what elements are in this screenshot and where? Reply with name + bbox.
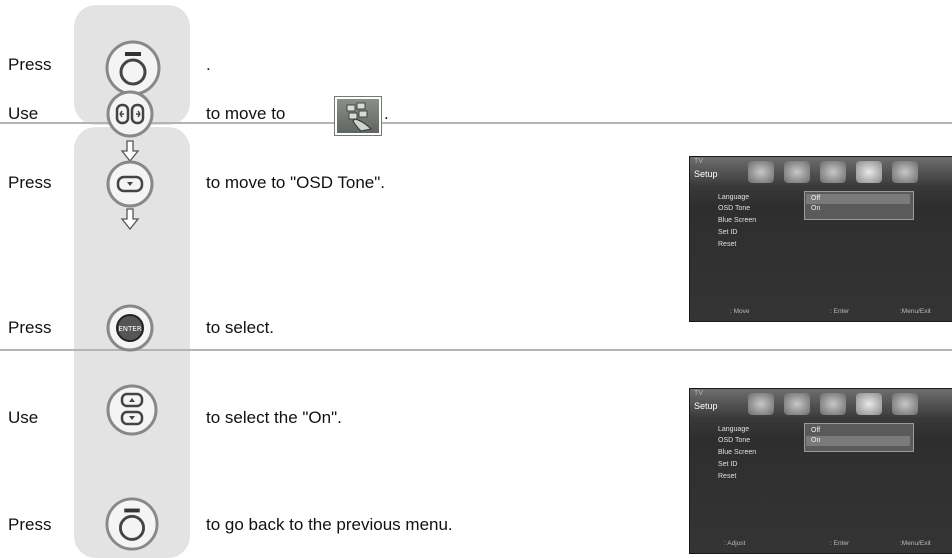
osd-footer-exit: :Menu/Exit [900,308,931,315]
step-text: to move to [206,104,286,123]
osd-item: Language [718,194,750,201]
channel-icon [820,161,846,183]
osd-footer-adjust: : Adjust [724,540,746,547]
step-label: Press [8,173,52,192]
step-label: Use [8,408,39,427]
osd-footer-exit: :Menu/Exit [900,540,931,547]
osd-item: Reset [718,241,737,248]
osd-option: On [811,205,821,212]
osd-popup: Off On [804,191,914,220]
osd-source: TV [694,158,703,165]
up-down-button[interactable] [106,384,158,436]
osd-source: TV [694,390,703,397]
enter-button-label: ENTER [118,325,141,333]
osd-item: Language [718,426,750,433]
setup-icon [856,393,882,415]
osd-item: Set ID [718,229,738,236]
osd-screenshot-1: TV Setup Language OSD Tone Blue Screen S… [689,156,952,322]
left-right-button[interactable] [106,90,154,138]
down-arrow-icon [120,208,140,230]
osd-selection [806,194,910,204]
osd-item: Blue Screen [718,449,757,456]
osd-option: On [811,437,821,444]
osd-screenshot-2: TV Setup Language OSD Tone Blue Screen S… [689,388,952,554]
osd-footer-enter: : Enter [830,308,850,315]
step-text: to move to "OSD Tone". [206,173,386,192]
step-label: Use [8,104,39,123]
step-label: Press [8,55,52,74]
input-icon [892,393,918,415]
osd-item: Reset [718,473,737,480]
step-text: to select the "On". [206,408,342,427]
osd-item: Blue Screen [718,217,757,224]
step-label: Press [8,318,52,337]
osd-selection [806,436,910,446]
osd-popup: Off On [804,423,914,452]
sound-icon [784,161,810,183]
osd-item: OSD Tone [718,437,751,444]
osd-footer-move: : Move [730,308,750,315]
sound-icon [784,393,810,415]
step-label: Press [8,515,52,534]
osd-item: Set ID [718,461,738,468]
step-suffix: . [384,104,389,123]
osd-option: Off [811,427,821,434]
input-icon [892,161,918,183]
down-button[interactable] [106,160,154,208]
step-text: to go back to the previous menu. [206,515,453,534]
osd-item: OSD Tone [718,205,751,212]
picture-icon [748,161,774,183]
osd-footer-enter: : Enter [830,540,850,547]
menu-button[interactable] [105,40,161,96]
picture-icon [748,393,774,415]
osd-option: Off [811,195,821,202]
step-text: . [206,55,211,74]
channel-icon [820,393,846,415]
setup-icon [856,161,882,183]
enter-button[interactable]: ENTER [106,304,154,352]
menu-button[interactable] [105,497,159,551]
setup-menu-icon [335,97,381,135]
osd-title: Setup [694,169,718,179]
step-text: to select. [206,318,275,337]
osd-title: Setup [694,401,718,411]
down-arrow-icon [120,140,140,162]
